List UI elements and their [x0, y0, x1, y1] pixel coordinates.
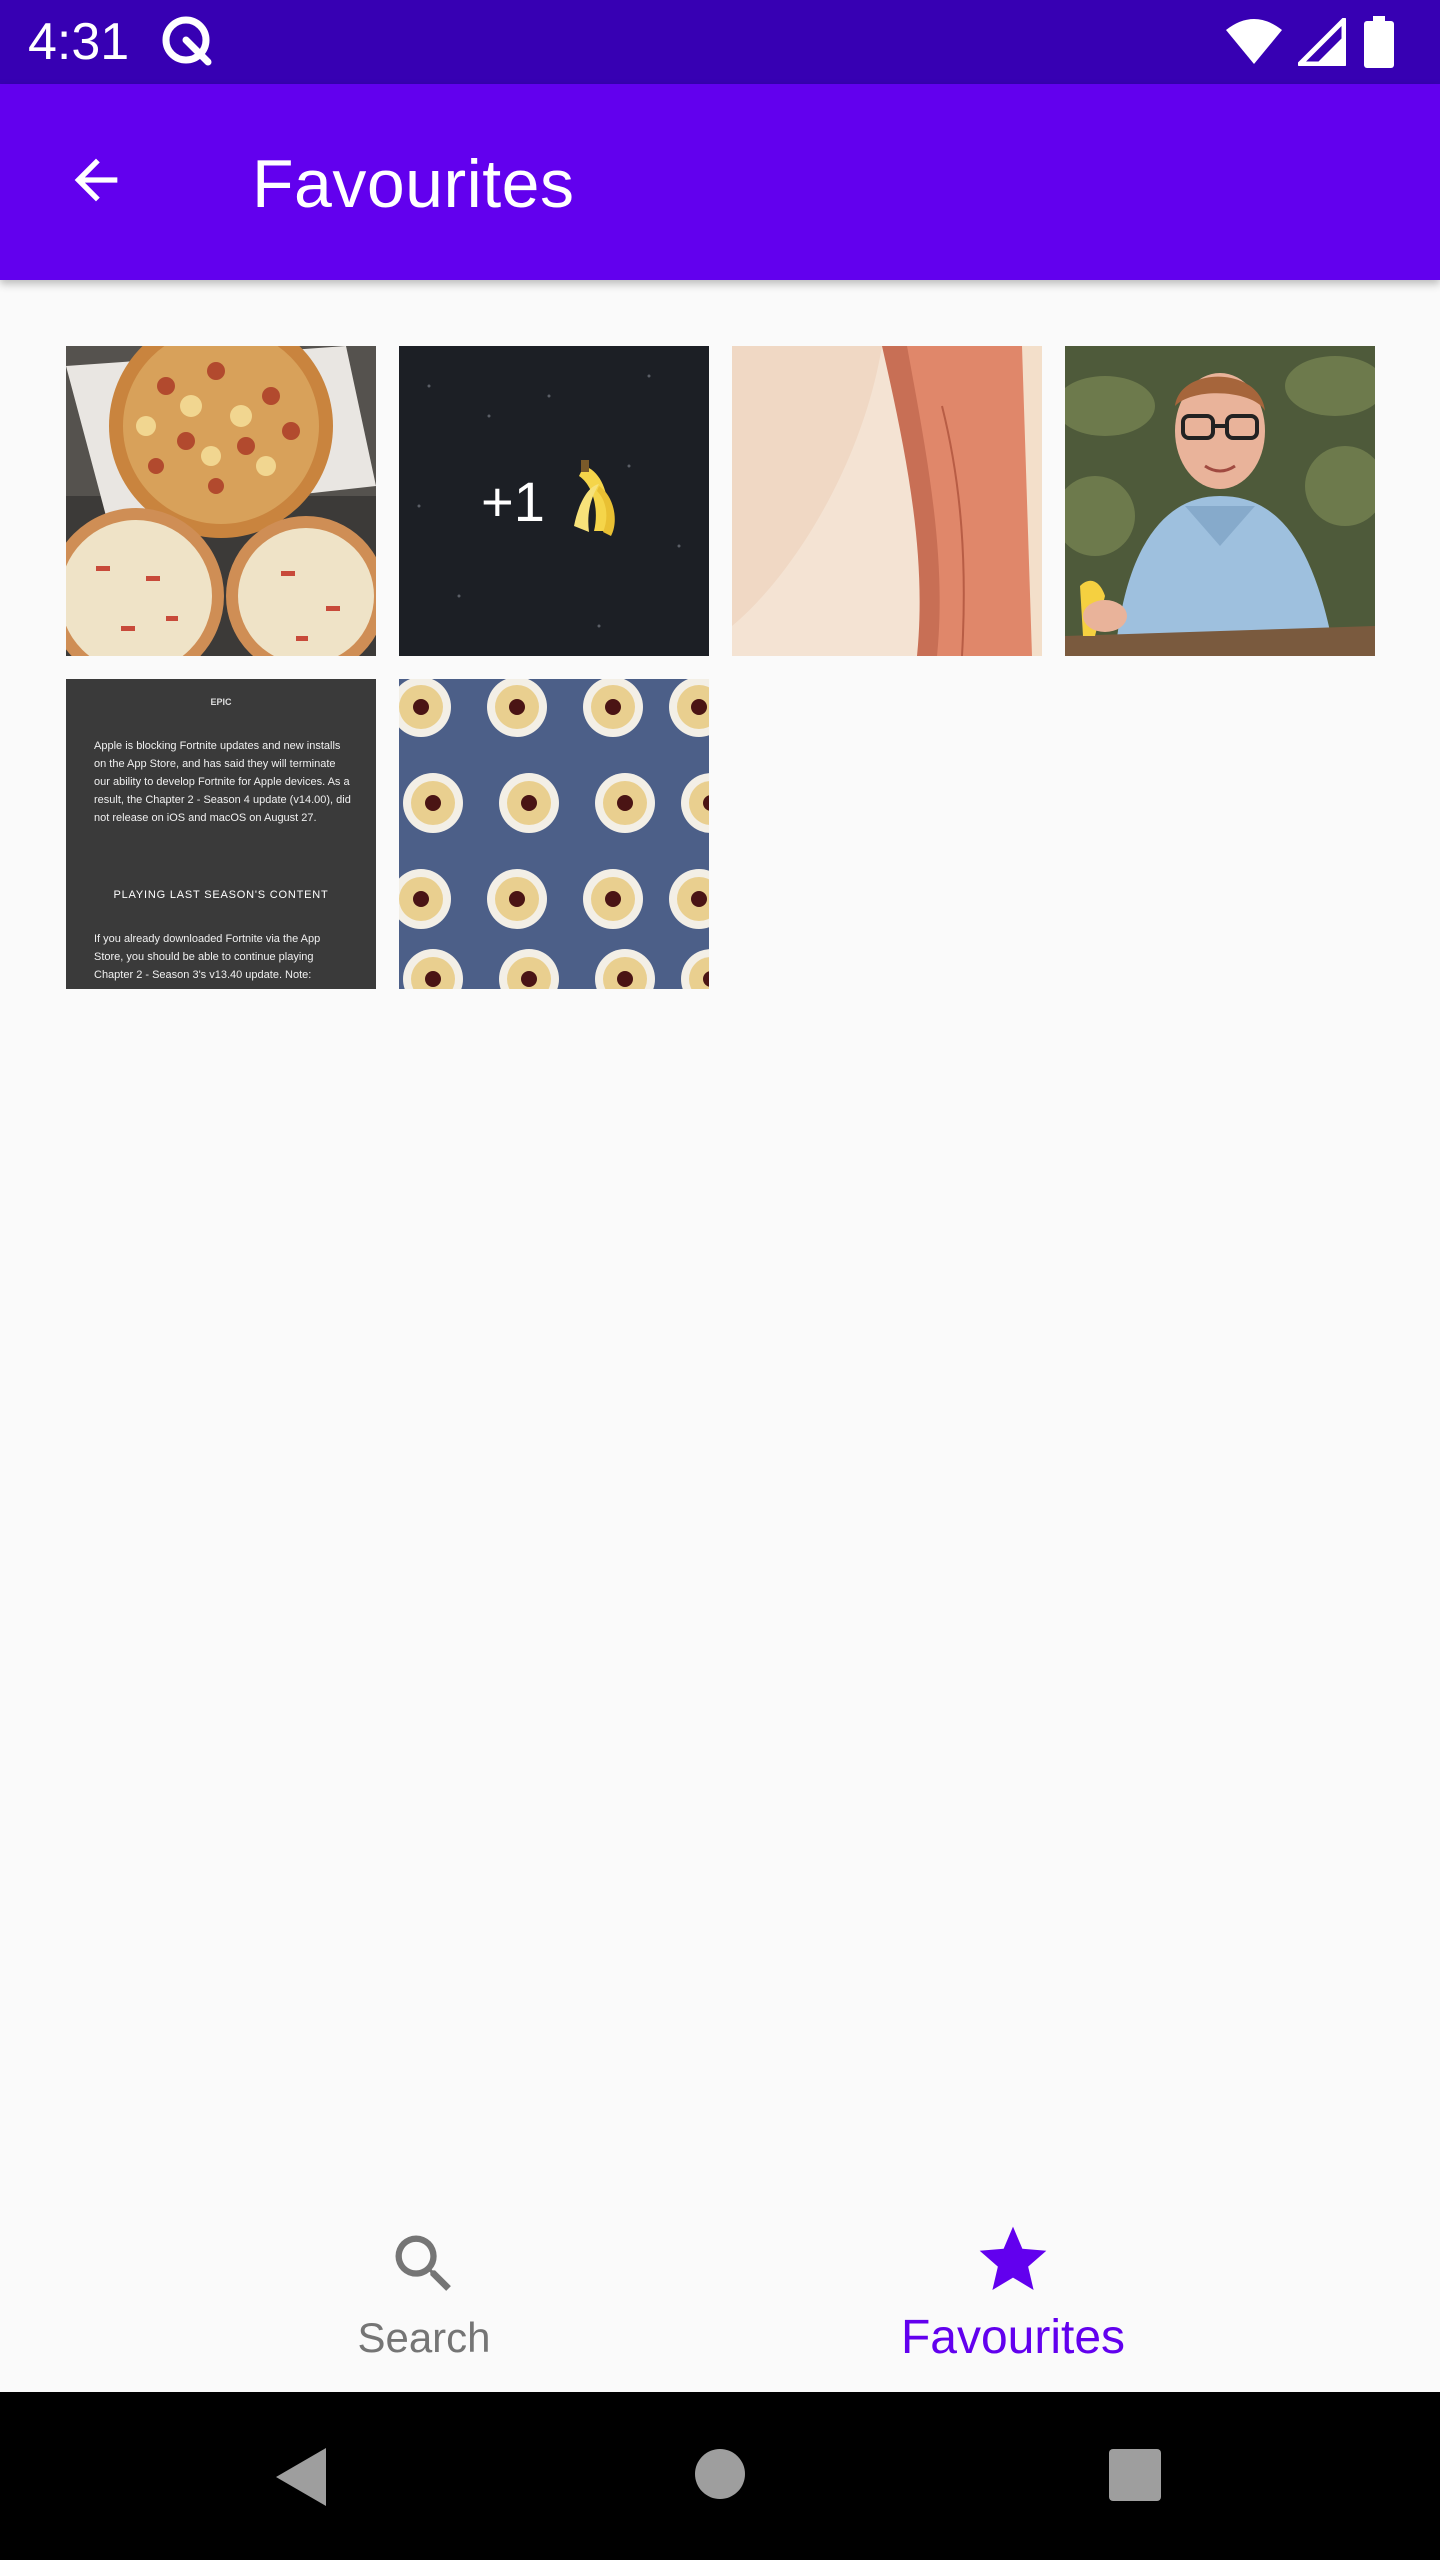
man-image — [1065, 346, 1375, 656]
notice-paragraph-2: If you already downloaded Fortnite via t… — [94, 933, 321, 981]
favourite-item-fortnite-notice[interactable]: EPIC Apple is blocking Fortnite updates … — [66, 679, 376, 989]
anime-image — [732, 346, 1042, 656]
nav-item-favourites[interactable]: Favourites — [653, 2190, 1373, 2392]
status-bar: 4:31 — [0, 0, 1440, 84]
notice-heading: PLAYING LAST SEASON'S CONTENT — [113, 889, 329, 901]
battery-icon — [1364, 16, 1394, 68]
arrow-back-icon — [74, 158, 118, 202]
system-navigation-bar — [0, 2392, 1440, 2560]
favourite-item-pizza[interactable] — [66, 346, 376, 656]
pizza-image — [66, 346, 376, 656]
favourite-item-jam-cookies[interactable] — [399, 679, 709, 989]
favourite-item-anime-still[interactable] — [732, 346, 1042, 656]
system-home-icon[interactable] — [694, 2448, 746, 2500]
starfield-image — [399, 346, 709, 656]
favourite-item-plus-one-banana[interactable]: +1 — [399, 346, 709, 656]
status-time: 4:31 — [28, 13, 130, 71]
system-recents-icon[interactable] — [1108, 2448, 1162, 2502]
wifi-icon — [1226, 19, 1282, 64]
epic-logo: EPIC — [210, 697, 232, 707]
app-bar: Favourites — [0, 84, 1440, 280]
cookies-image — [399, 679, 709, 989]
notice-paragraph-1: Apple is blocking Fortnite updates and n… — [94, 740, 351, 824]
back-button[interactable] — [44, 128, 148, 232]
system-back-icon[interactable] — [272, 2446, 328, 2508]
page-title: Favourites — [252, 146, 575, 222]
bottom-navigation: Search Favourites — [0, 2190, 1440, 2392]
cell-signal-icon — [1298, 18, 1346, 66]
data-saver-icon — [162, 16, 212, 66]
search-icon — [395, 2235, 451, 2291]
nav-label-favourites: Favourites — [900, 2311, 1126, 2364]
star-icon — [979, 2226, 1047, 2290]
plus-one-text: +1 — [481, 470, 545, 533]
favourite-item-man-with-banana[interactable] — [1065, 346, 1375, 656]
